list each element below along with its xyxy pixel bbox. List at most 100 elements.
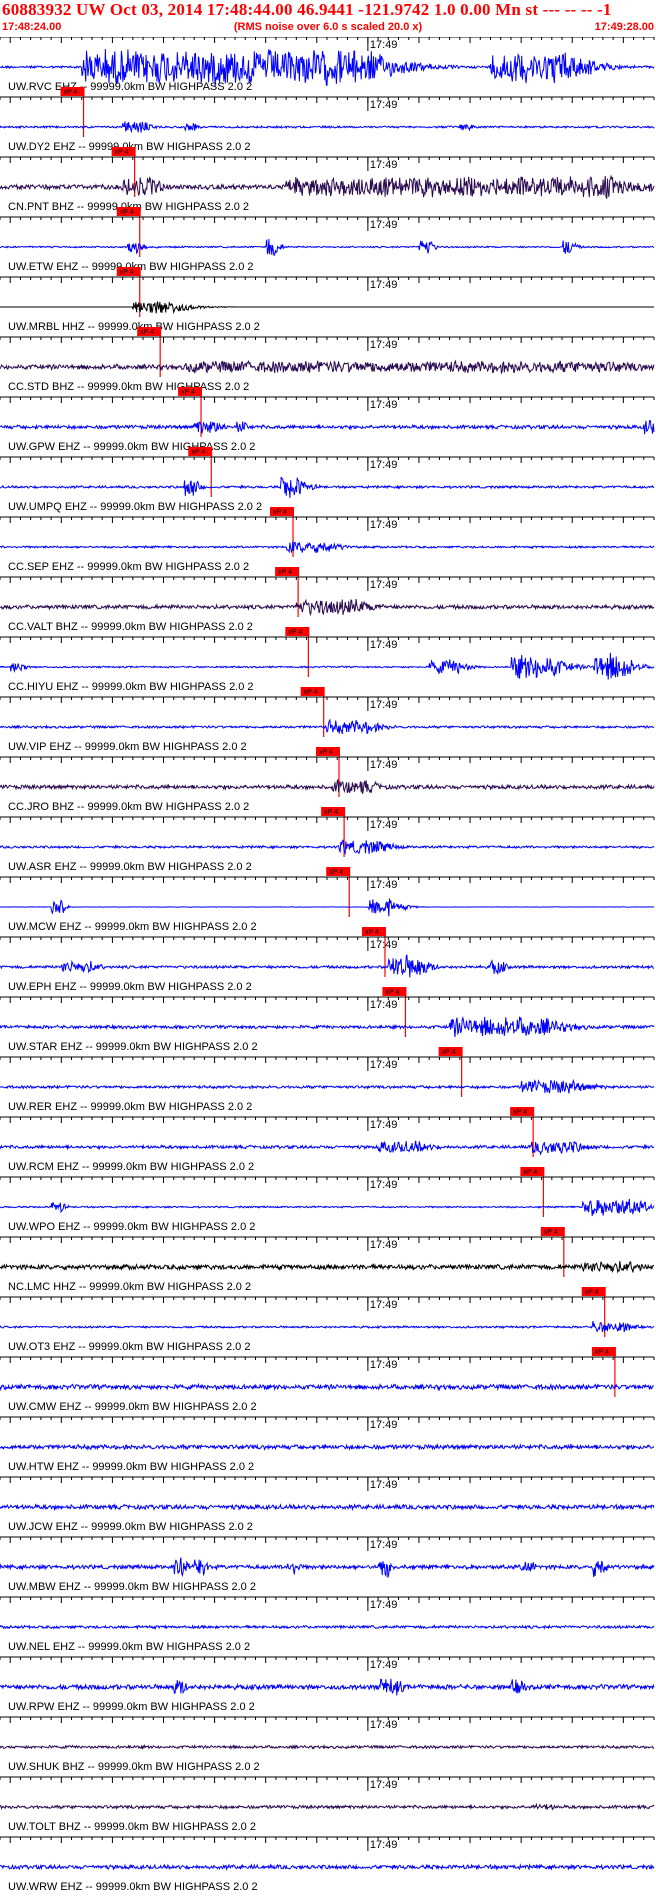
trace-row: 17:49 UW.SHUK BHZ -- 99999.0km BW HIGHPAS… [0, 1716, 655, 1773]
pick-label: xP 4 [64, 89, 78, 96]
waveform [0, 898, 655, 917]
pick-label: xP 4 [585, 1289, 599, 1296]
minute-label: 17:49 [370, 819, 398, 831]
trace-row: 17:49UW.ETW EHZ -- 99999.0km BW HIGHPASS… [0, 216, 655, 317]
station-label: UW.TOLT BHZ -- 99999.0km BW HIGHPASS 2.0… [8, 1821, 256, 1833]
minute-label: 17:49 [370, 1659, 398, 1671]
waveform [0, 1802, 655, 1811]
minute-label: 17:49 [370, 759, 398, 771]
station-label: UW.VIP EHZ -- 99999.0km BW HIGHPASS 2.0 … [8, 741, 247, 753]
station-label: UW.OT3 EHZ -- 99999.0km BW HIGHPASS 2.0 … [8, 1341, 250, 1353]
pick-label: xP 4 [304, 689, 318, 696]
trace-row: 17:49 UW.RCM EHZ -- 99999.0km BW HIGHPASS… [0, 1116, 655, 1217]
pick-label: xP 4 [513, 1109, 527, 1116]
station-label: CC.HIYU EHZ -- 99999.0km BW HIGHPASS 2.0… [8, 681, 254, 693]
minute-label: 17:49 [370, 459, 398, 471]
pick-label: xP 4 [544, 1229, 558, 1236]
minute-label: 17:49 [370, 519, 398, 531]
minute-label: 17:49 [370, 339, 398, 351]
minute-label: 17:49 [370, 219, 398, 231]
trace-row: 17:49 UW.NEL EHZ -- 99999.0km BW HIGHPASS… [0, 1596, 655, 1653]
minute-label: 17:49 [370, 639, 398, 651]
trace-row: 17:49 UW.CMW EHZ -- 99999.0km BW HIGHPASS… [0, 1356, 655, 1413]
trace-row: 17:49 UW.RPW EHZ -- 99999.0km BW HIGHPASS… [0, 1656, 655, 1713]
waveform [0, 301, 654, 315]
end-time-label: 17:49:28.00 [594, 21, 654, 33]
waveform [0, 652, 655, 680]
station-label: UW.EPH EHZ -- 99999.0km BW HIGHPASS 2.0 … [8, 981, 252, 993]
trace-row: 17:49 CC.HIYU EHZ -- 99999.0km BW HIGHPAS… [0, 636, 655, 737]
waveform [0, 1140, 654, 1156]
station-label: CC.JRO BHZ -- 99999.0km BW HIGHPASS 2.0 … [8, 801, 249, 813]
waveform [0, 954, 655, 978]
waveform [0, 1260, 655, 1274]
station-label: UW.GPW EHZ -- 99999.0km BW HIGHPASS 2.0 … [8, 441, 255, 453]
trace-row: 17:49 UW.STAR EHZ -- 99999.0km BW HIGHPAS… [0, 996, 655, 1097]
rms-note: (RMS noise over 6.0 s scaled 20.0 x) [233, 21, 423, 33]
pick-label: xP 4 [181, 389, 195, 396]
trace-row: 17:49 UW.TOLT BHZ -- 99999.0km BW HIGHPAS… [0, 1776, 655, 1833]
station-label: UW.ASR EHZ -- 99999.0km BW HIGHPASS 2.0 … [8, 861, 252, 873]
trace-row: 17:49 UW.UMPQ EHZ -- 99999.0km BW HIGHPAS… [0, 456, 655, 557]
waveform [0, 1557, 655, 1578]
waveform [0, 1863, 655, 1872]
station-label: UW.MRBL HHZ -- 99999.0km BW HIGHPASS 2.0… [8, 321, 260, 333]
minute-label: 17:49 [370, 1299, 398, 1311]
station-label: UW.MCW EHZ -- 99999.0km BW HIGHPASS 2.0 … [8, 921, 257, 933]
minute-label: 17:49 [370, 159, 398, 171]
station-label: CC.SEP EHZ -- 99999.0km BW HIGHPASS 2.0 … [8, 561, 249, 573]
trace-row: 17:49 UW.MBW EHZ -- 99999.0km BW HIGHPASS… [0, 1536, 655, 1593]
station-label: UW.WRW EHZ -- 99999.0km BW HIGHPASS 2.0 … [8, 1881, 258, 1893]
trace-row: 17:49 UW.GPW EHZ -- 99999.0km BW HIGHPASS… [0, 396, 655, 497]
minute-label: 17:49 [370, 1179, 398, 1191]
minute-label: 17:49 [370, 39, 398, 51]
station-label: UW.RVC EHZ -- 99999.0km BW HIGHPASS 2.0 … [8, 81, 252, 93]
pick-label: xP 4 [324, 809, 338, 816]
station-label: UW.RCM EHZ -- 99999.0km BW HIGHPASS 2.0 … [8, 1161, 254, 1173]
pick-label: xP 4 [442, 1049, 456, 1056]
trace-row: 17:49 UW.WRW EHZ -- 99999.0km BW HIGHPASS… [0, 1836, 655, 1893]
trace-row: 17:49 UW.RER EHZ -- 99999.0km BW HIGHPASS… [0, 1056, 655, 1157]
trace-row: 17:49 CC.SEP EHZ -- 99999.0km BW HIGHPASS… [0, 516, 655, 617]
pick-label: xP 4 [191, 449, 205, 456]
pick-label: xP 4 [288, 629, 302, 636]
station-label: UW.UMPQ EHZ -- 99999.0km BW HIGHPASS 2.0… [8, 501, 262, 513]
minute-label: 17:49 [370, 879, 398, 891]
trace-row: 17:49 NC.LMC HHZ -- 99999.0km BW HIGHPASS… [0, 1236, 655, 1337]
station-label: UW.HTW EHZ -- 99999.0km BW HIGHPASS 2.0 … [8, 1461, 254, 1473]
event-title: 60883932 UW Oct 03, 2014 17:48:44.00 46.… [2, 0, 612, 19]
pick-label: xP 4 [319, 749, 333, 756]
waveform [0, 1502, 655, 1512]
pick-label: xP 4 [595, 1349, 609, 1356]
waveform [0, 1078, 655, 1094]
trace-row: 17:49 UW.MCW EHZ -- 99999.0km BW HIGHPASS… [0, 876, 655, 977]
waveform [0, 174, 655, 199]
trace-row: 17:49 UW.JCW EHZ -- 99999.0km BW HIGHPASS… [0, 1476, 655, 1533]
trace-row: 17:49CN.PNT BHZ -- 99999.0km BW HIGHPASS… [0, 156, 655, 257]
pick-label: xP 4 [120, 209, 134, 216]
waveform [0, 541, 655, 554]
minute-label: 17:49 [370, 1779, 398, 1791]
minute-label: 17:49 [370, 1839, 398, 1851]
pick-label: xP 4 [140, 329, 154, 336]
station-label: UW.NEL EHZ -- 99999.0km BW HIGHPASS 2.0 … [8, 1641, 250, 1653]
minute-label: 17:49 [370, 1479, 398, 1491]
header-bar: 60883932 UW Oct 03, 2014 17:48:44.00 46.… [0, 0, 656, 37]
waveform [0, 238, 655, 257]
minute-label: 17:49 [370, 1119, 398, 1131]
minute-label: 17:49 [370, 1359, 398, 1371]
waveform [0, 121, 655, 134]
pick-label: xP 4 [278, 569, 292, 576]
trace-row: 17:49 CC.STD BHZ -- 99999.0km BW HIGHPASS… [0, 336, 655, 437]
trace-row: 17:49 UW.VIP EHZ -- 99999.0km BW HIGHPASS… [0, 696, 655, 797]
minute-label: 17:49 [370, 279, 398, 291]
pick-label: xP 4 [120, 269, 134, 276]
waveform [0, 718, 655, 735]
station-label: UW.CMW EHZ -- 99999.0km BW HIGHPASS 2.0 … [8, 1401, 257, 1413]
waveform [0, 1443, 655, 1451]
minute-label: 17:49 [370, 399, 398, 411]
waveform [0, 1624, 655, 1631]
waveform [0, 1015, 655, 1038]
trace-row: 17:49 UW.ASR EHZ -- 99999.0km BW HIGHPASS… [0, 816, 655, 917]
pick-label: xP 4 [329, 869, 343, 876]
